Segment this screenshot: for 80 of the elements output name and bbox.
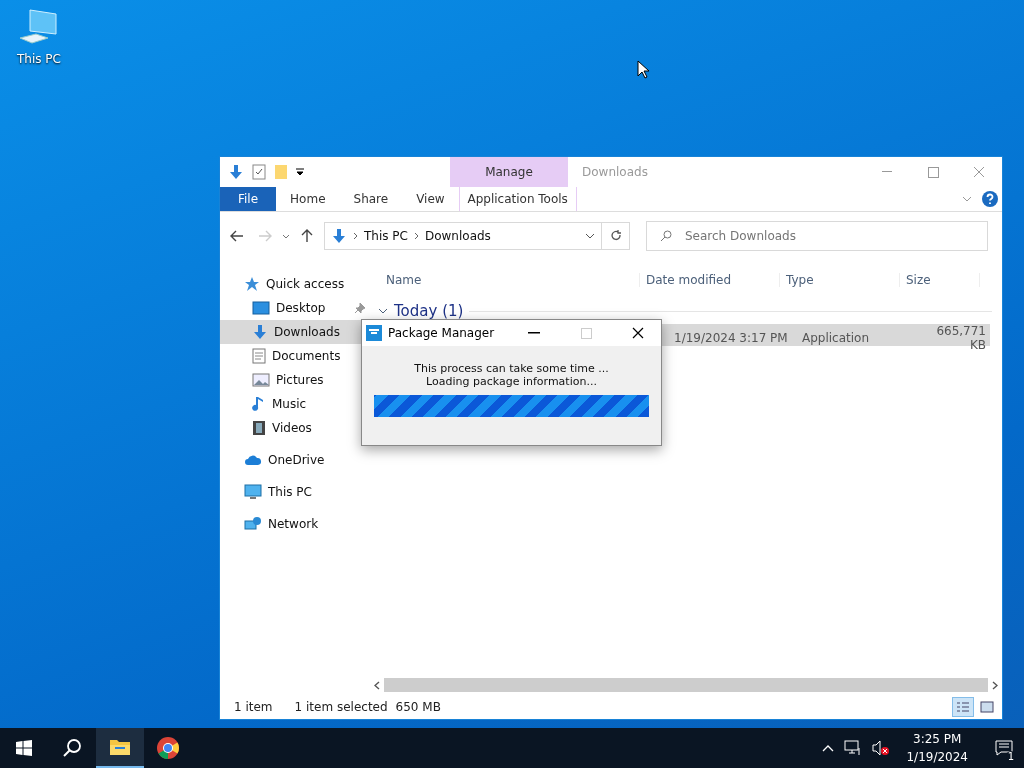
network-icon[interactable] xyxy=(844,740,863,756)
search-icon xyxy=(660,230,672,242)
close-icon[interactable] xyxy=(632,327,644,339)
properties-icon[interactable] xyxy=(252,164,266,180)
search-icon[interactable] xyxy=(62,738,82,758)
details-view-icon xyxy=(956,701,970,713)
music-note-icon xyxy=(252,396,266,412)
ribbon-tab[interactable]: View xyxy=(402,187,459,211)
nav-item[interactable]: Quick access xyxy=(220,272,370,296)
type-cell-text: Application xyxy=(802,331,871,345)
nav-item[interactable]: OneDrive xyxy=(220,448,370,472)
breadcrumb[interactable]: This PC xyxy=(364,229,408,243)
nav-item[interactable]: This PC xyxy=(220,480,370,504)
download-arrow-icon[interactable] xyxy=(228,164,244,180)
dialog-message: Loading package information... xyxy=(426,375,597,388)
window-title: Downloads xyxy=(582,165,648,179)
download-arrow-icon xyxy=(331,228,347,244)
picture-icon xyxy=(252,373,270,387)
ribbon-tab[interactable]: Application Tools xyxy=(458,187,577,211)
chevron-up-icon[interactable] xyxy=(822,744,835,752)
browser-icon[interactable] xyxy=(156,736,180,760)
notification-count: 1 xyxy=(1005,751,1016,762)
document-icon xyxy=(252,348,266,364)
volume-muted-icon[interactable] xyxy=(872,740,891,756)
desktop-icon-label[interactable]: This PC xyxy=(17,52,61,66)
nav-item[interactable]: Documents xyxy=(220,344,370,368)
selection-size: 650 MB xyxy=(395,700,441,714)
group-header[interactable]: Today (1) xyxy=(394,302,464,320)
search-field[interactable]: Search Downloads xyxy=(646,221,988,251)
network-icon xyxy=(244,516,262,532)
maximize-icon[interactable] xyxy=(927,166,939,178)
column-header[interactable]: Name xyxy=(380,273,640,287)
scrollbar-thumb[interactable] xyxy=(384,678,988,692)
selection-status: 1 item selected xyxy=(294,700,388,714)
context-tab-header: Manage xyxy=(485,165,533,179)
help-icon[interactable] xyxy=(982,191,998,207)
nav-item[interactable]: Network xyxy=(220,512,370,536)
ribbon-tab[interactable]: File xyxy=(220,187,277,211)
scroll-right-icon[interactable] xyxy=(992,680,998,690)
cloud-icon xyxy=(244,453,262,467)
large-icons-view-icon xyxy=(980,701,994,713)
scroll-left-icon[interactable] xyxy=(374,680,380,690)
nav-item[interactable]: Pictures xyxy=(220,368,370,392)
column-header[interactable]: Size xyxy=(900,273,980,287)
chevron-down-icon[interactable] xyxy=(282,233,290,239)
download-arrow-icon xyxy=(252,324,268,340)
maximize-icon xyxy=(580,327,592,339)
minimize-icon[interactable] xyxy=(528,332,540,334)
column-header[interactable]: Date modified xyxy=(640,273,780,287)
address-bar[interactable]: This PC Downloads xyxy=(324,222,602,250)
chevron-down-icon[interactable] xyxy=(585,233,595,239)
mouse-cursor-icon xyxy=(637,60,649,79)
nav-item[interactable]: Desktop xyxy=(220,296,370,320)
chevron-down-icon[interactable] xyxy=(378,307,388,315)
minimize-icon[interactable] xyxy=(882,171,892,173)
chevron-right-icon[interactable] xyxy=(413,232,419,240)
folder-icon[interactable] xyxy=(109,738,131,756)
dialog-message: This process can take some time ... xyxy=(414,362,609,375)
star-icon xyxy=(244,276,260,292)
pin-icon[interactable] xyxy=(354,302,366,314)
ribbon-tab[interactable]: Home xyxy=(276,187,340,211)
column-header[interactable]: Type xyxy=(780,273,900,287)
nav-item[interactable]: Music xyxy=(220,392,370,416)
film-icon xyxy=(252,420,266,436)
dialog-title: Package Manager xyxy=(388,326,496,340)
date-cell-text: 1/19/2024 3:17 PM xyxy=(674,331,789,345)
windows-logo-icon[interactable] xyxy=(16,740,32,756)
item-count: 1 item xyxy=(234,700,273,714)
up-arrow-icon[interactable] xyxy=(301,229,313,243)
dropdown-icon[interactable] xyxy=(296,168,304,176)
back-arrow-icon[interactable] xyxy=(230,230,244,242)
nav-item[interactable]: Videos xyxy=(220,416,370,440)
chevron-right-icon[interactable] xyxy=(353,232,358,240)
ribbon-tab[interactable]: Share xyxy=(339,187,403,211)
monitor-icon xyxy=(244,484,262,500)
desktop-icon xyxy=(252,301,270,315)
app-logo-icon xyxy=(366,325,382,341)
breadcrumb[interactable]: Downloads xyxy=(424,229,491,243)
refresh-icon[interactable] xyxy=(609,230,622,242)
clock[interactable]: 3:25 PM 1/19/2024 xyxy=(900,730,974,766)
